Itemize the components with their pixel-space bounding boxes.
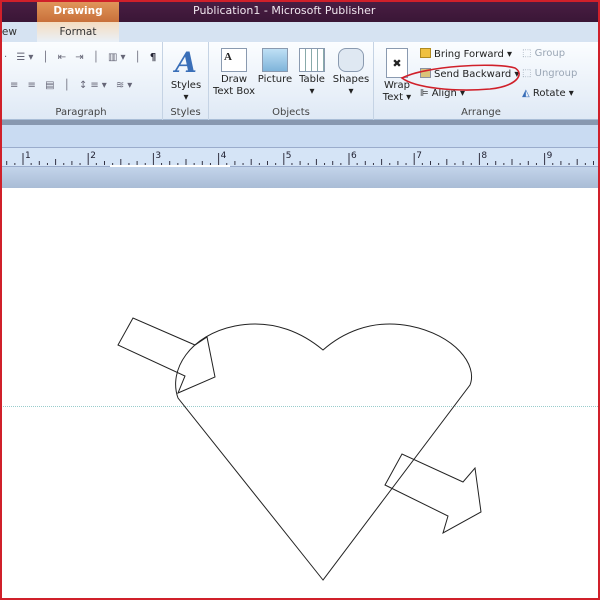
bring-forward-button[interactable]: Bring Forward ▾ bbox=[420, 48, 512, 60]
publication-canvas[interactable] bbox=[0, 188, 600, 600]
shapes-button[interactable]: Shapes ▾ bbox=[331, 48, 371, 98]
draw-text-box-button[interactable]: A Draw Text Box bbox=[212, 48, 256, 98]
arrange-label: Arrange bbox=[461, 107, 501, 118]
styles-label: Styles bbox=[170, 107, 201, 118]
ruler-ticks: 1 2 3 4 5 6 7 8 9 bbox=[6, 151, 594, 165]
ribbon: · ☰▾ │ ⇤ ⇥ │ ▥▾ │ ¶ ≡ ≡ ▤ │ ↕≡▾ ≋▾ Parag… bbox=[0, 42, 600, 120]
group-button[interactable]: ⬚ Group bbox=[522, 48, 565, 59]
styles-icon: A bbox=[175, 46, 197, 79]
paragraph-controls-row1[interactable]: · ☰▾ │ ⇤ ⇥ │ ▥▾ │ ¶ bbox=[4, 52, 159, 63]
ribbon-tabs: View Format bbox=[0, 22, 600, 42]
ruler-label: 7 bbox=[416, 151, 422, 161]
tab-format[interactable]: Format bbox=[37, 22, 119, 42]
ruler-label: 6 bbox=[351, 151, 357, 161]
ruler-label: 5 bbox=[286, 151, 292, 161]
styles-group: A Styles ▾ Styles bbox=[163, 42, 209, 120]
ruler-label: 4 bbox=[221, 151, 227, 161]
ungroup-button[interactable]: ⬚ Ungroup bbox=[522, 68, 577, 79]
ruler-label: 8 bbox=[481, 151, 487, 161]
ruler-label: 1 bbox=[25, 151, 31, 161]
bring-forward-icon bbox=[420, 48, 431, 58]
paragraph-label: Paragraph bbox=[55, 107, 107, 118]
window-title: Publication1 - Microsoft Publisher bbox=[193, 4, 376, 17]
picture-button[interactable]: Picture bbox=[256, 48, 294, 86]
drawing-tools-context-label: Drawing Tools bbox=[37, 2, 119, 36]
ruler-label: 9 bbox=[547, 151, 553, 161]
red-annotation-circle bbox=[400, 64, 520, 91]
heart-shape bbox=[175, 323, 472, 581]
arrow-shape-right bbox=[384, 453, 482, 535]
ruler-label: 2 bbox=[90, 151, 96, 161]
styles-button[interactable]: A Styles ▾ bbox=[167, 46, 205, 104]
table-button[interactable]: Table ▾ bbox=[295, 48, 329, 98]
horizontal-ruler[interactable]: 1 2 3 4 5 6 7 8 9 bbox=[0, 147, 600, 167]
paragraph-group: · ☰▾ │ ⇤ ⇥ │ ▥▾ │ ¶ ≡ ≡ ▤ │ ↕≡▾ ≋▾ Parag… bbox=[0, 42, 163, 120]
tab-view[interactable]: View bbox=[0, 26, 17, 38]
drawing bbox=[117, 317, 482, 581]
ruler-label: 3 bbox=[155, 151, 161, 161]
arrow-shape-left bbox=[117, 317, 216, 394]
group-icon: ⬚ bbox=[522, 48, 535, 59]
paragraph-controls-row2[interactable]: ≡ ≡ ▤ │ ↕≡▾ ≋▾ bbox=[10, 80, 135, 91]
objects-label: Objects bbox=[272, 107, 310, 118]
picture-icon bbox=[262, 48, 288, 72]
objects-group: A Draw Text Box Picture Table ▾ Shapes ▾ Obj… bbox=[209, 42, 374, 120]
ruler-bottom-band bbox=[0, 167, 600, 188]
title-bar: Drawing Tools Publication1 - Microsoft P… bbox=[0, 0, 600, 36]
shapes-icon bbox=[338, 48, 364, 72]
rotate-button[interactable]: ◭ Rotate ▾ bbox=[522, 88, 574, 99]
text-box-icon: A bbox=[221, 48, 247, 72]
toolbar-spacer bbox=[0, 125, 600, 147]
table-icon bbox=[299, 48, 325, 72]
styles-button-label: Styles bbox=[170, 80, 202, 91]
